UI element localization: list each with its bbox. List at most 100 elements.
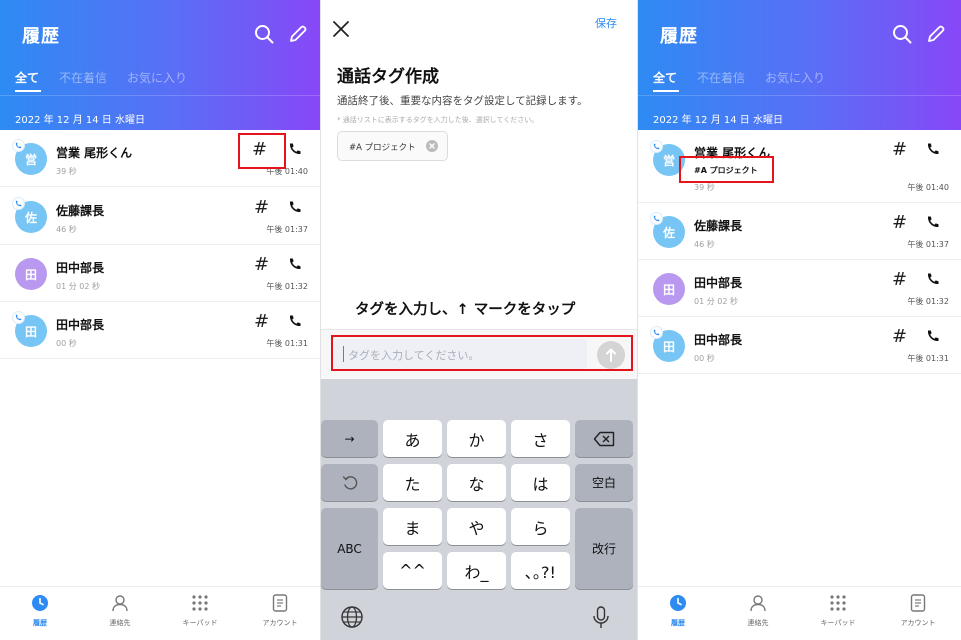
key-arrow-right[interactable]: → [321, 420, 378, 457]
tag-hash-button[interactable]: # [254, 256, 269, 274]
nav-contacts[interactable]: 連絡先 [718, 593, 798, 628]
call-duration: 46 秒 [56, 225, 77, 234]
remove-tag-icon[interactable] [426, 140, 438, 152]
tag-hash-button[interactable]: # [892, 141, 907, 159]
nav-label: アカウント [900, 619, 936, 627]
nav-history[interactable]: 履歴 [638, 593, 718, 628]
key-wa[interactable]: わ_ [447, 552, 506, 589]
tag-button-highlight [238, 133, 286, 169]
edit-pencil-icon[interactable] [287, 23, 309, 45]
tab-missed[interactable]: 不在着信 [59, 69, 107, 86]
undo-icon [342, 475, 357, 490]
history-screen-before: 履歴 全て 不在着信 お気に入り 2022 年 12 月 14 日 水曜日 営 … [0, 0, 320, 640]
phone-icon[interactable] [926, 329, 940, 343]
key-na[interactable]: な [447, 464, 506, 501]
nav-keypad[interactable]: キーパッド [160, 593, 240, 628]
phone-icon[interactable] [288, 257, 302, 271]
globe-icon[interactable] [340, 605, 364, 629]
call-time: 午後 01:37 [907, 240, 949, 249]
key-ra[interactable]: ら [511, 508, 570, 545]
tag-hash-button[interactable]: # [254, 199, 269, 217]
enter-key[interactable]: 改行 [575, 508, 633, 589]
tab-all[interactable]: 全て [653, 69, 677, 86]
key-ka[interactable]: か [447, 420, 506, 457]
phone-icon[interactable] [926, 215, 940, 229]
space-key[interactable]: 空白 [575, 464, 633, 501]
tag-hash-button[interactable]: # [254, 313, 269, 331]
nav-history[interactable]: 履歴 [0, 593, 80, 628]
key-sa[interactable]: さ [511, 420, 570, 457]
phone-icon[interactable] [288, 314, 302, 328]
tab-missed[interactable]: 不在着信 [697, 69, 745, 86]
tabs-divider [638, 95, 961, 96]
header: 履歴 全て 不在着信 お気に入り 2022 年 12 月 14 日 水曜日 [638, 0, 961, 130]
save-button[interactable]: 保存 [595, 15, 617, 31]
undo-key[interactable] [321, 464, 378, 501]
call-row[interactable]: 田 田中部長 01 分 02 秒 # 午後 01:32 [0, 245, 320, 302]
key-ta[interactable]: た [383, 464, 442, 501]
date-band: 2022 年 12 月 14 日 水曜日 [0, 106, 320, 130]
page-title: 履歴 [660, 26, 698, 47]
key-ma[interactable]: ま [383, 508, 442, 545]
backspace-key[interactable] [575, 420, 633, 457]
phone-icon[interactable] [926, 142, 940, 156]
person-icon [110, 593, 130, 613]
nav-label: アカウント [262, 619, 298, 627]
tab-favorites[interactable]: お気に入り [765, 69, 825, 86]
close-icon[interactable] [332, 20, 350, 38]
call-time: 午後 01:37 [266, 225, 308, 234]
call-row[interactable]: 佐 佐藤課長 46 秒 # 午後 01:37 [0, 188, 320, 245]
date-band: 2022 年 12 月 14 日 水曜日 [638, 106, 961, 130]
phone-icon[interactable] [926, 272, 940, 286]
key-punctuation[interactable]: ､｡?! [511, 552, 570, 589]
nav-keypad[interactable]: キーパッド [798, 593, 878, 628]
tag-hash-button[interactable]: # [892, 271, 907, 289]
call-time: 午後 01:40 [907, 183, 949, 192]
key-ha[interactable]: は [511, 464, 570, 501]
incoming-call-icon [12, 311, 25, 324]
caller-name: 田中部長 [694, 333, 743, 347]
call-time: 午後 01:31 [266, 339, 308, 348]
avatar: 田 [653, 273, 685, 305]
key-emoticon[interactable]: ^^ [383, 552, 442, 589]
phone-icon[interactable] [288, 142, 302, 156]
history-screen-after: 履歴 全て 不在着信 お気に入り 2022 年 12 月 14 日 水曜日 営 … [638, 0, 961, 640]
tag-chip[interactable]: #A プロジェクト [337, 131, 448, 161]
call-row[interactable]: 田 田中部長 00 秒 # 午後 01:31 [638, 317, 961, 374]
date-label: 2022 年 12 月 14 日 水曜日 [653, 115, 783, 126]
tab-favorites[interactable]: お気に入り [127, 69, 187, 86]
key-ya[interactable]: や [447, 508, 506, 545]
call-row[interactable]: 田 田中部長 01 分 02 秒 # 午後 01:32 [638, 260, 961, 317]
tab-all[interactable]: 全て [15, 69, 39, 86]
phone-icon[interactable] [288, 200, 302, 214]
tag-hash-button[interactable]: # [892, 214, 907, 232]
nav-contacts[interactable]: 連絡先 [80, 593, 160, 628]
call-duration: 01 分 02 秒 [694, 297, 738, 306]
keypad-icon [828, 593, 848, 613]
call-row[interactable]: 田 田中部長 00 秒 # 午後 01:31 [0, 302, 320, 359]
input-highlight [331, 335, 633, 371]
key-a[interactable]: あ [383, 420, 442, 457]
tag-hash-button[interactable]: # [892, 328, 907, 346]
incoming-call-icon [650, 212, 663, 225]
caller-name: 佐藤課長 [56, 204, 105, 218]
caller-name: 営業 尾形くん [56, 146, 133, 160]
tag-editor-screen: 保存 通話タグ作成 通話終了後、重要な内容をタグ設定して記録します。 * 通話リ… [321, 0, 637, 640]
call-time: 午後 01:32 [907, 297, 949, 306]
nav-label: キーパッド [182, 619, 218, 627]
edit-pencil-icon[interactable] [925, 23, 947, 45]
nav-account[interactable]: アカウント [878, 593, 958, 628]
nav-label: 連絡先 [747, 619, 769, 627]
header: 履歴 全て 不在着信 お気に入り 2022 年 12 月 14 日 水曜日 [0, 0, 320, 130]
call-duration: 39 秒 [694, 183, 715, 192]
call-row[interactable]: 佐 佐藤課長 46 秒 # 午後 01:37 [638, 203, 961, 260]
date-label: 2022 年 12 月 14 日 水曜日 [15, 115, 145, 126]
nav-account[interactable]: アカウント [240, 593, 320, 628]
microphone-icon[interactable] [591, 605, 611, 631]
search-icon[interactable] [891, 23, 913, 45]
abc-key[interactable]: ABC [321, 508, 378, 589]
note: * 通話リストに表示するタグを入力した後、選択してください。 [337, 116, 539, 124]
incoming-call-icon [12, 139, 25, 152]
search-icon[interactable] [253, 23, 275, 45]
document-icon [908, 593, 928, 613]
